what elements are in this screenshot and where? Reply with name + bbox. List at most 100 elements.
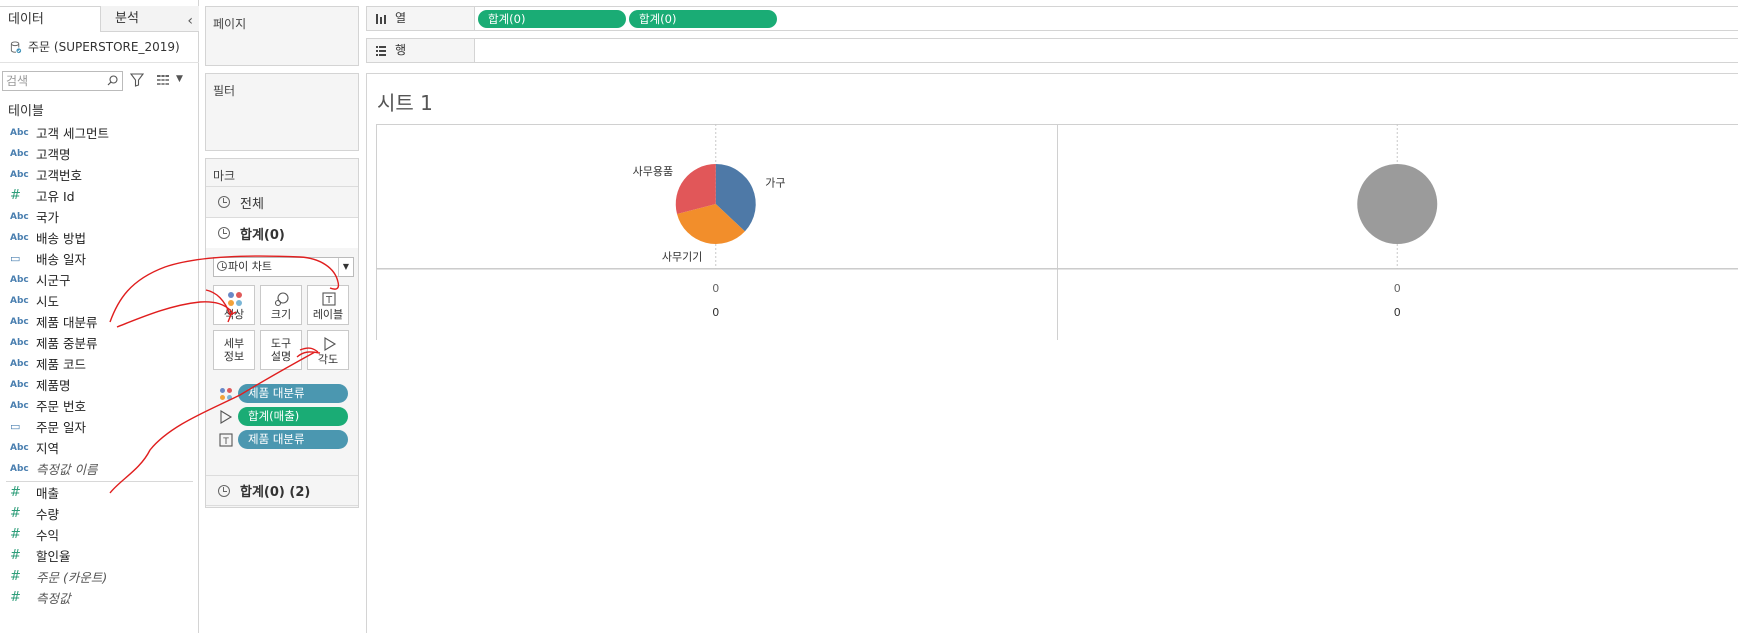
tooltip-button[interactable]: 도구 설명 xyxy=(260,330,302,370)
rows-icon xyxy=(376,45,386,56)
field-name: 배송 일자 xyxy=(36,252,86,267)
field-item[interactable]: Abc 제품 중분류 xyxy=(0,332,199,353)
string-type-icon: Abc xyxy=(10,169,29,180)
field-name: 시군구 xyxy=(36,273,71,288)
field-name: 배송 방법 xyxy=(36,231,86,246)
field-name: 제품 대분류 xyxy=(36,315,98,330)
list-view-icon[interactable] xyxy=(156,74,170,86)
view-caret-icon[interactable]: ▼ xyxy=(176,74,183,84)
detail-button[interactable]: 세부 정보 xyxy=(213,330,255,370)
field-name: 제품명 xyxy=(36,378,71,393)
svg-text:T: T xyxy=(325,295,333,306)
axis-tick-label: 0 xyxy=(712,282,719,295)
field-item[interactable]: Abc 국가 xyxy=(0,206,199,227)
tab-analysis[interactable]: 분석 ‹ xyxy=(101,6,199,32)
field-item[interactable]: Abc 시도 xyxy=(0,290,199,311)
collapse-chevron-icon[interactable]: ‹ xyxy=(187,8,193,34)
pie-slice xyxy=(1357,164,1438,244)
marks-pill-row: T 제품 대분류 xyxy=(219,430,348,449)
field-item[interactable]: Abc 제품명 xyxy=(0,374,199,395)
string-type-icon: Abc xyxy=(10,337,29,348)
field-item[interactable]: Abc 지역 xyxy=(0,437,199,458)
angle-button[interactable]: 각도 xyxy=(307,330,349,370)
axis-tick-label: 0 xyxy=(1394,282,1401,295)
field-item[interactable]: Abc 주문 번호 xyxy=(0,395,199,416)
columns-label: 열 xyxy=(395,11,407,25)
field-item[interactable]: Abc 제품 대분류 xyxy=(0,311,199,332)
size-button[interactable]: 크기 xyxy=(260,285,302,325)
field-item[interactable]: ▭ 주문 일자 xyxy=(0,416,199,437)
field-item[interactable]: # 고유 Id xyxy=(0,185,199,206)
field-item[interactable]: Abc 제품 코드 xyxy=(0,353,199,374)
column-pill-1[interactable]: 합계(0) xyxy=(478,10,626,28)
field-item[interactable]: # 측정값 xyxy=(0,587,199,608)
field-item[interactable]: # 주문 (카운트) xyxy=(0,566,199,587)
label-button[interactable]: T 레이블 xyxy=(307,285,349,325)
marks-tab-sum0[interactable]: 합계(0) xyxy=(206,217,358,248)
field-item[interactable]: # 매출 xyxy=(0,482,199,503)
field-item[interactable]: # 할인율 xyxy=(0,545,199,566)
rows-shelf[interactable]: 행 xyxy=(366,38,1738,63)
marks-tab-all[interactable]: 전체 xyxy=(206,186,358,217)
string-type-icon: Abc xyxy=(10,463,29,474)
date-type-icon: ▭ xyxy=(10,420,21,433)
field-item[interactable]: Abc 측정값 이름 xyxy=(0,458,199,479)
field-item[interactable]: Abc 고객번호 xyxy=(0,164,199,185)
tableau-workspace: 데이터 분석 ‹ 주문 (SUPERSTORE_2019) 검색 ▼ 테이블 A… xyxy=(0,0,1738,633)
string-type-icon: Abc xyxy=(10,232,29,243)
field-item[interactable]: # 수익 xyxy=(0,524,199,545)
field-name: 고객명 xyxy=(36,147,71,162)
field-name: 시도 xyxy=(36,294,60,309)
mark-type-select[interactable]: 파이 차트 ▼ xyxy=(213,257,354,277)
marks-pill-row: 제품 대분류 xyxy=(219,384,348,403)
color-icon xyxy=(220,387,232,400)
label-pill[interactable]: 제품 대분류 xyxy=(238,430,348,449)
field-item[interactable]: Abc 고객 세그먼트 xyxy=(0,122,199,143)
columns-shelf[interactable]: 열 합계(0) 합계(0) xyxy=(366,6,1738,31)
tables-section-title: 테이블 xyxy=(8,104,44,119)
field-item[interactable]: Abc 시군구 xyxy=(0,269,199,290)
slice-label: 가구 xyxy=(765,177,785,190)
marks-tab-sum0-2[interactable]: 합계(0) (2) xyxy=(206,475,358,506)
field-name: 주문 번호 xyxy=(36,399,86,414)
mark-type-value: 파이 차트 xyxy=(228,260,272,273)
filters-shelf[interactable]: 필터 xyxy=(205,73,359,151)
rows-shelf-label: 행 xyxy=(367,39,475,62)
color-button[interactable]: 색상 xyxy=(213,285,255,325)
sheet-title[interactable]: 시트 1 xyxy=(377,87,433,116)
pages-shelf[interactable]: 페이지 xyxy=(205,6,359,66)
field-item[interactable]: # 수량 xyxy=(0,503,199,524)
slice-label: 사무용품 xyxy=(633,165,673,178)
marks-tab-sum0-label: 합계(0) xyxy=(240,227,285,243)
marks-tab-sum0-2-label: 합계(0) (2) xyxy=(240,485,311,500)
angle-icon xyxy=(324,337,337,351)
number-type-icon: # xyxy=(10,548,21,563)
string-type-icon: Abc xyxy=(10,358,29,369)
string-type-icon: Abc xyxy=(10,316,29,327)
field-item[interactable]: Abc 고객명 xyxy=(0,143,199,164)
field-item[interactable]: Abc 배송 방법 xyxy=(0,227,199,248)
slice-label: 사무기기 xyxy=(662,250,702,263)
string-type-icon: Abc xyxy=(10,295,29,306)
angle-pill[interactable]: 합계(매출) xyxy=(238,407,348,426)
column-pill-2[interactable]: 합계(0) xyxy=(629,10,777,28)
marks-tab-all-label: 전체 xyxy=(240,196,264,212)
string-type-icon: Abc xyxy=(10,148,29,159)
field-name: 매출 xyxy=(36,486,60,501)
string-type-icon: Abc xyxy=(10,379,29,390)
marks-pill-row: 합계(매출) xyxy=(219,407,348,426)
dropdown-caret-icon[interactable]: ▼ xyxy=(338,258,353,276)
size-icon xyxy=(274,292,289,307)
pie-clock-icon xyxy=(218,196,230,208)
tab-data[interactable]: 데이터 xyxy=(0,6,101,32)
field-name: 측정값 xyxy=(36,591,71,606)
number-type-icon: # xyxy=(10,590,21,605)
filters-shelf-title: 필터 xyxy=(213,84,236,98)
datasource-item[interactable]: 주문 (SUPERSTORE_2019) xyxy=(10,37,180,57)
field-item[interactable]: ▭ 배송 일자 xyxy=(0,248,199,269)
field-name: 제품 중분류 xyxy=(36,336,98,351)
filter-icon[interactable] xyxy=(130,73,144,87)
search-input[interactable]: 검색 xyxy=(2,71,123,91)
color-icon xyxy=(228,292,242,306)
color-pill[interactable]: 제품 대분류 xyxy=(238,384,348,403)
